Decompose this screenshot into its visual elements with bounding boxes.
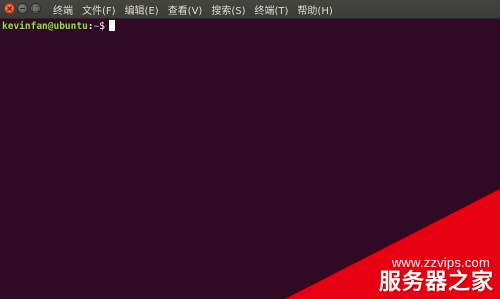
prompt-line: kevinfan@ubuntu:~$	[2, 20, 498, 33]
menu-search[interactable]: 搜索(S)	[211, 2, 245, 17]
menu-bar: 终端 文件(F) 编辑(E) 查看(V) 搜索(S) 终端(T) 帮助(H)	[53, 0, 333, 18]
maximize-icon: □	[31, 4, 40, 13]
minimize-button[interactable]: −	[17, 3, 28, 14]
maximize-button[interactable]: □	[30, 3, 41, 14]
title-bar: × − □ 终端 文件(F) 编辑(E) 查看(V) 搜索(S) 终端(T) 帮…	[0, 0, 500, 19]
text-cursor	[109, 20, 115, 31]
prompt-user-host: kevinfan@ubuntu	[2, 21, 88, 32]
menu-app-title[interactable]: 终端	[53, 2, 73, 17]
close-button[interactable]: ×	[4, 3, 15, 14]
menu-terminal[interactable]: 终端(T)	[255, 2, 289, 17]
menu-help[interactable]: 帮助(H)	[297, 2, 332, 17]
watermark-site-name: 服务器之家	[378, 270, 494, 295]
watermark: www.zzvips.com 服务器之家	[285, 189, 500, 299]
minimize-icon: −	[19, 4, 26, 13]
menu-view[interactable]: 查看(V)	[168, 2, 203, 17]
menu-edit[interactable]: 编辑(E)	[125, 2, 159, 17]
close-icon: ×	[6, 4, 13, 13]
menu-file[interactable]: 文件(F)	[82, 2, 116, 17]
prompt-char: $	[99, 21, 105, 32]
